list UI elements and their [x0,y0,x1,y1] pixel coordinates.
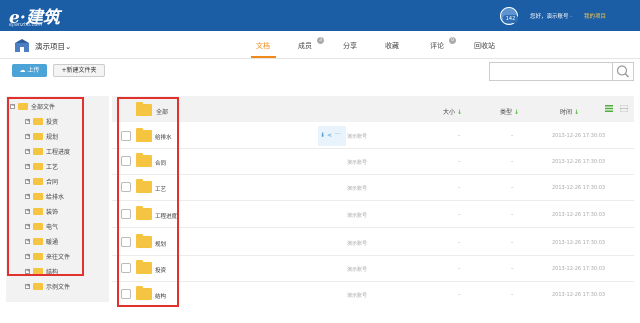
list-highlight-box [117,97,179,307]
file-type: - [511,211,514,218]
column-type-label: 类型 [500,109,513,116]
upload-label: 上传 [27,67,40,74]
row-divider [112,281,634,282]
file-size: - [458,265,461,272]
folder-icon [33,282,43,290]
share-icon[interactable]: ⋖ [327,132,332,139]
sort-arrow-icon: ↓ [573,109,579,116]
tree-item[interactable]: + 示例文件 [25,281,70,291]
file-owner: 演示账号 [347,241,368,247]
file-size: - [458,291,461,298]
file-time: 2013-12-26 17:30:03 [552,292,606,298]
row-divider [112,200,634,201]
members-count-badge: 3 [317,37,324,44]
main-tabs: 文档 成员 分享 收藏 评论 回收站 [0,31,640,59]
expand-icon[interactable]: + [25,283,30,289]
search-button[interactable] [612,62,634,81]
column-time-label: 时间 [560,109,573,116]
tab-recycle-bin[interactable]: 回收站 [474,41,495,51]
file-time: 2013-12-26 17:30:03 [552,133,606,139]
row-divider [112,227,634,228]
tab-documents[interactable]: 文档 [256,41,270,51]
row-divider [112,174,634,175]
new-folder-label: 新建文件夹 [66,67,97,74]
file-time: 2013-12-26 17:30:03 [552,266,606,272]
file-type: - [511,291,514,298]
file-size: - [458,132,461,139]
file-owner: 演示账号 [347,160,368,166]
tab-members[interactable]: 成员 [298,41,312,51]
file-owner: 演示账号 [347,293,368,299]
file-time: 2013-12-26 17:30:03 [552,185,606,191]
sort-arrow-icon: ↓ [456,109,462,116]
search-icon [616,65,629,78]
file-type: - [511,184,514,191]
column-size[interactable]: 大小 ↓ [443,107,462,116]
file-size: - [458,158,461,165]
file-type: - [511,265,514,272]
column-time[interactable]: 时间 ↓ [560,107,579,116]
comments-count-badge: 0 [449,37,456,44]
divider [0,58,640,59]
column-type[interactable]: 类型 ↓ [500,107,519,116]
file-type: - [511,239,514,246]
file-size: - [458,211,461,218]
top-bar: e·建筑 ejianzhu.com 142 您好，演示账号 · 我的项目 [0,0,640,31]
grid-view-icon[interactable] [620,105,628,112]
upload-button[interactable]: ☁ 上传 [12,64,47,77]
cloud-upload-icon: ☁ [19,67,26,74]
new-folder-button[interactable]: +新建文件夹 [53,64,105,77]
tab-favorites[interactable]: 收藏 [385,41,399,51]
sort-arrow-icon: ↓ [513,109,519,116]
file-time: 2013-12-26 17:30:03 [552,240,606,246]
file-time: 2013-12-26 17:30:03 [552,212,606,218]
tab-share[interactable]: 分享 [343,41,357,51]
file-size: - [458,239,461,246]
file-owner: 演示账号 [347,186,368,192]
tree-highlight-box [7,97,84,276]
site-logo-subtitle: ejianzhu.com [9,22,43,28]
file-owner: 演示账号 [347,267,368,273]
row-actions: ⬇ ⋖ ··· [318,126,346,146]
download-icon[interactable]: ⬇ [320,132,325,139]
file-owner: 演示账号 [347,213,368,219]
tree-item-label: 示例文件 [46,283,71,291]
file-time: 2013-12-26 17:30:03 [552,159,606,165]
row-divider [112,255,634,256]
file-size: - [458,184,461,191]
file-list-header [112,96,634,122]
file-owner: 演示账号 [347,134,368,140]
row-divider [112,148,634,149]
file-type: - [511,132,514,139]
more-icon[interactable]: ··· [335,131,341,138]
list-view-icon[interactable] [605,105,613,112]
search-input[interactable] [489,62,612,81]
notification-badge[interactable]: 142 [503,15,518,23]
file-type: - [511,158,514,165]
greeting-text: 您好，演示账号 · [530,14,572,20]
my-projects-link[interactable]: 我的项目 [584,12,606,20]
tab-comments[interactable]: 评论 [430,41,444,51]
column-size-label: 大小 [443,109,456,116]
